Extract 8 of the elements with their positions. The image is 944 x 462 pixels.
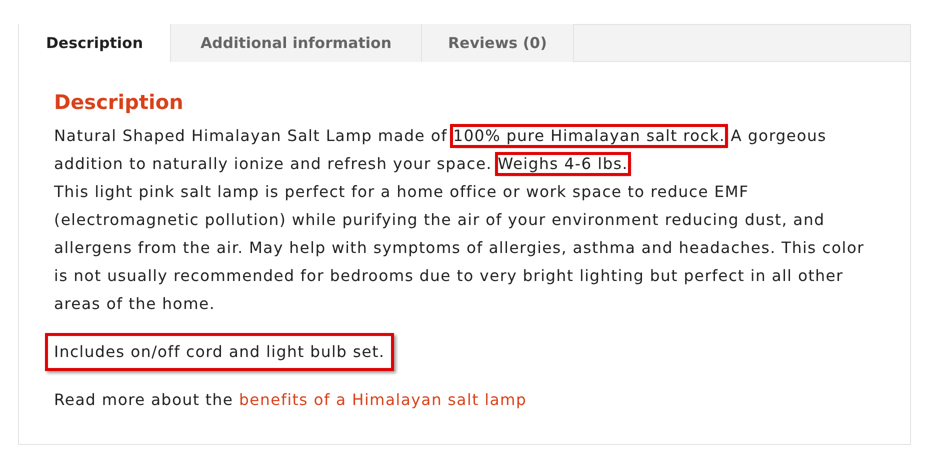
description-text: Natural Shaped Himalayan Salt Lamp made of 100% pure Himalayan salt rock. A gorgeous addition to naturally ionize and refresh your space. Weighs 4-6 lbs. This light pink salt lamp is perfect for a home office or work space to reduce EMF (electromagnetic pollution) while purifying the air of your environment reducing dust, and allergens from the air. May help with symptoms of allergies, asthma and headaches. This color is not usually recommended for bedrooms due to very bright lighting but perfect in all other areas of the home. bbox=[54, 122, 877, 318]
description-text: Includes on/off cord and light bulb set. bbox=[45, 333, 394, 371]
description-text: Read more about the bbox=[54, 390, 234, 411]
tab[interactable]: Description bbox=[19, 24, 171, 62]
section-heading: Description bbox=[54, 90, 184, 114]
article-link[interactable]: benefits of a Himalayan salt lamp bbox=[239, 386, 527, 414]
tab[interactable]: Reviews (0) bbox=[422, 24, 574, 62]
tab[interactable]: Additional information bbox=[171, 24, 422, 62]
